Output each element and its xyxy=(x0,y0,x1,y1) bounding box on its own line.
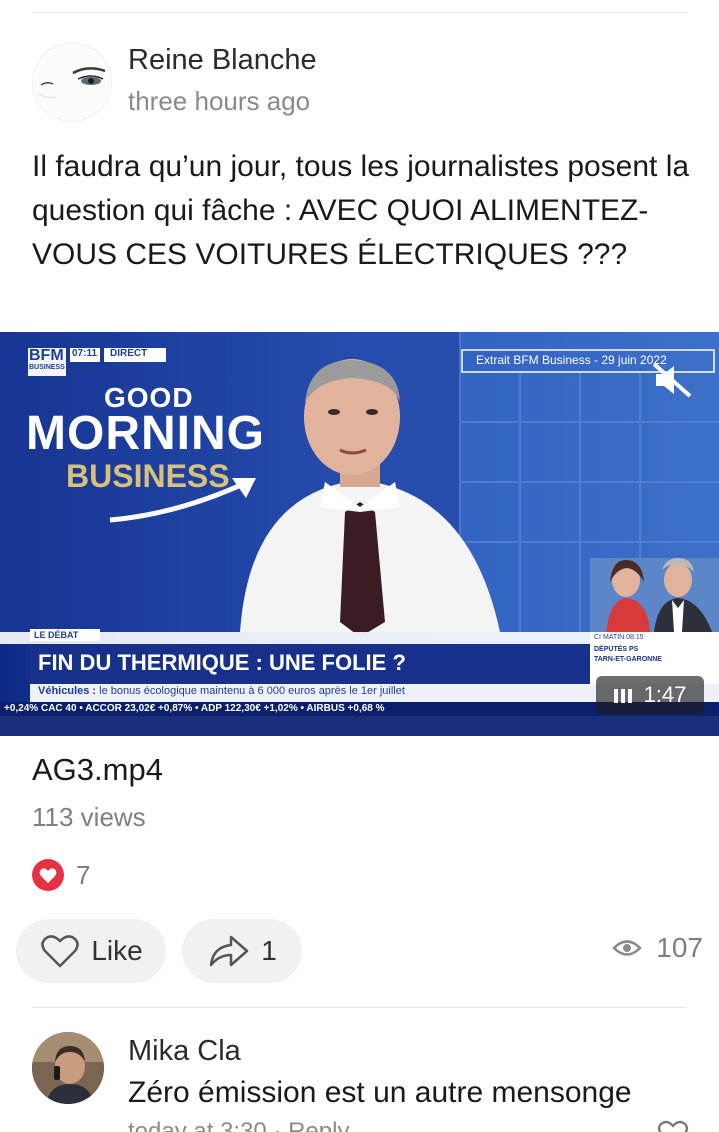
comment-author-avatar[interactable] xyxy=(32,1032,104,1104)
headline: FIN DU THERMIQUE : UNE FOLIE ? xyxy=(38,650,406,675)
guest-caption-2: DÉPUTÉS PS xyxy=(594,646,639,653)
guest-caption-1: CI MATIN 08:15 xyxy=(594,634,644,641)
heart-outline-icon xyxy=(657,1120,689,1132)
comment-author-name[interactable]: Mika Cla xyxy=(128,1035,241,1068)
signal-bars-icon xyxy=(613,689,632,703)
channel-logo-sub: BUSINESS xyxy=(29,364,65,371)
speaker-muted-icon xyxy=(652,362,692,398)
news-ticker: Véhicules : le bonus écologique maintenu… xyxy=(38,685,598,697)
comment-like-button[interactable] xyxy=(656,1118,690,1132)
video-file-name[interactable]: AG3.mp4 xyxy=(32,752,163,788)
post-text: Il faudra qu’un jour, tous les journalis… xyxy=(32,150,690,271)
heart-outline-icon xyxy=(41,935,80,968)
view-count: 113 views xyxy=(32,802,146,832)
duration-badge: 1:47 xyxy=(596,676,704,714)
reaction-count: 7 xyxy=(76,859,91,890)
ticker-text: le bonus écologique maintenu à 6 000 eur… xyxy=(99,685,405,697)
guest-caption-3: TARN-ET-GARONNE xyxy=(594,656,662,663)
like-label: Like xyxy=(91,935,143,966)
segment-tag: LE DÉBAT xyxy=(34,630,79,640)
comment-text: Zéro émission est un autre mensonge xyxy=(128,1076,632,1109)
show-title-line3: BUSINESS xyxy=(66,458,230,494)
reaction-summary[interactable]: 7 xyxy=(32,858,90,892)
mute-button[interactable] xyxy=(650,360,694,400)
video-duration: 1:47 xyxy=(643,682,687,707)
video-player[interactable]: BFM BUSINESS 07:11 DIRECT Extrait BFM Bu… xyxy=(0,332,719,736)
face-sketch-icon xyxy=(33,43,111,121)
impressions: 107 xyxy=(612,932,703,964)
top-divider xyxy=(32,12,687,13)
heart-reaction-icon xyxy=(32,859,64,891)
broadcast-clock: 07:11 xyxy=(72,348,98,359)
impression-count: 107 xyxy=(656,932,703,963)
ticker-label: Véhicules : xyxy=(38,685,97,697)
like-button[interactable]: Like xyxy=(16,919,166,983)
post-author-name[interactable]: Reine Blanche xyxy=(128,44,317,77)
share-count: 1 xyxy=(261,935,277,966)
channel-logo: BFM xyxy=(29,347,64,364)
source-caption: Extrait BFM Business - 29 juin 2022 xyxy=(476,353,667,367)
eye-icon xyxy=(612,940,643,956)
share-button[interactable]: 1 xyxy=(182,919,302,983)
comments-divider xyxy=(32,1007,687,1008)
comment-meta[interactable]: today at 3:30 · Reply xyxy=(128,1118,349,1132)
person-photo-icon xyxy=(32,1032,104,1104)
show-title-line2: MORNING xyxy=(26,407,265,460)
share-arrow-icon xyxy=(209,935,249,967)
live-tag: DIRECT xyxy=(110,348,148,359)
post-author-avatar[interactable] xyxy=(32,42,112,122)
post-timestamp: three hours ago xyxy=(128,86,311,116)
